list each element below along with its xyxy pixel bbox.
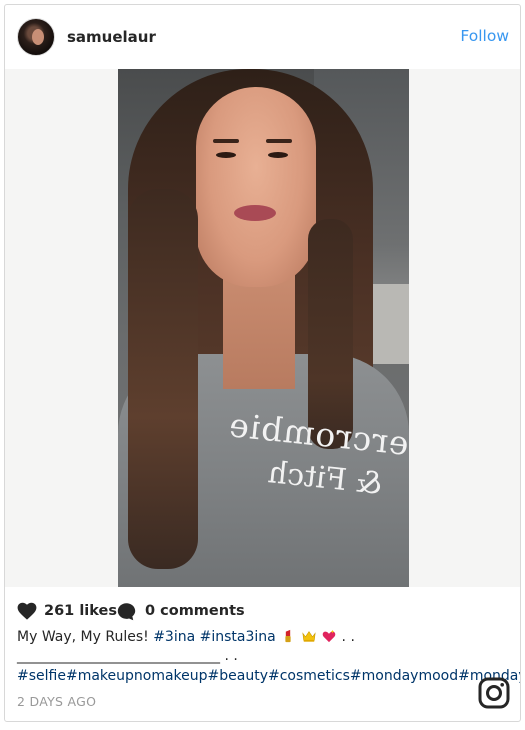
post-header: samuelaur Follow (5, 5, 520, 69)
username-link[interactable]: samuelaur (67, 28, 156, 46)
caption-separator-line: _____________________________ . . (17, 648, 238, 664)
hashtag-insta3ina[interactable]: #insta3ina (200, 629, 276, 645)
caption-trailing: . . (341, 629, 355, 645)
post-timestamp[interactable]: 2 DAYS AGO (17, 694, 96, 709)
hashtag-3ina[interactable]: #3ina (153, 629, 195, 645)
caption-hashtags[interactable]: #selfie#makeupnomakeup#beauty#cosmetics#… (17, 668, 520, 684)
post-caption: My Way, My Rules! #3ina #insta3ina . . (17, 627, 520, 647)
follow-button[interactable]: Follow (460, 27, 509, 45)
post-photo[interactable]: Abercrombie & Fitch (118, 69, 409, 587)
comments-count[interactable]: 0 comments (145, 603, 245, 619)
lipstick-emoji-icon (285, 629, 291, 643)
avatar[interactable] (17, 18, 55, 56)
post-actions: 261 likes 0 comments (5, 587, 520, 621)
heart-icon[interactable] (17, 602, 37, 620)
instagram-logo-icon[interactable] (478, 677, 510, 709)
likes-count[interactable]: 261 likes (44, 603, 117, 619)
post-media: Abercrombie & Fitch (5, 69, 520, 587)
instagram-embed-card: samuelaur Follow Abercrombie & Fitch 261… (4, 4, 521, 722)
comment-icon[interactable] (117, 602, 136, 621)
caption-text: My Way, My Rules! (17, 629, 149, 645)
crown-emoji-icon (302, 631, 316, 642)
sparkling-heart-emoji-icon (322, 629, 336, 643)
